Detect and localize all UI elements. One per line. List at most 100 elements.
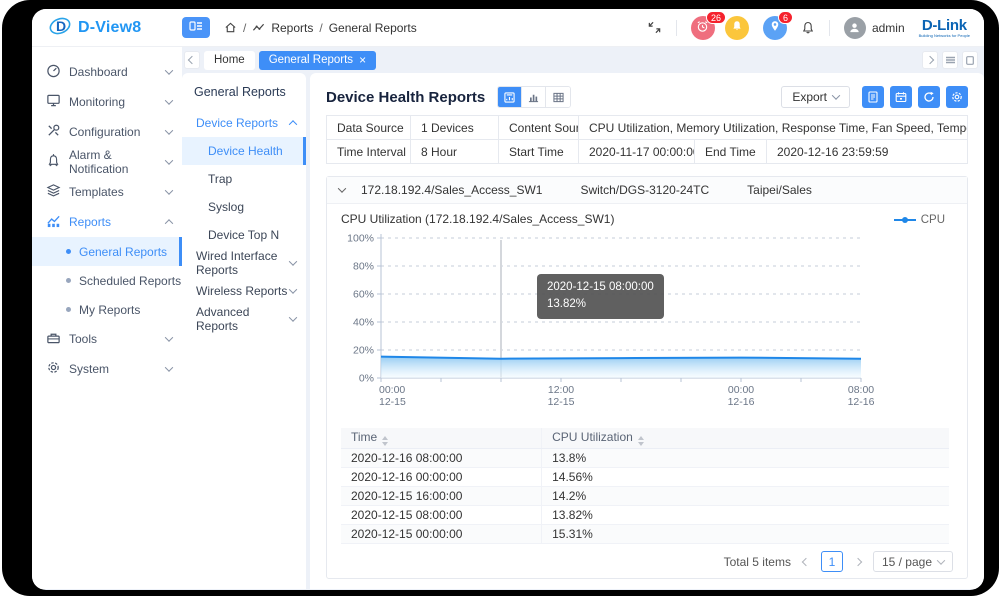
nav-item-device-health[interactable]: Device Health [182, 137, 306, 165]
nav-item-device-top-n[interactable]: Device Top N [182, 221, 306, 249]
table-icon [553, 92, 564, 103]
page-number-button[interactable]: 1 [821, 551, 843, 572]
sidebar-item-system[interactable]: System [32, 354, 182, 384]
view-table-button[interactable] [546, 87, 570, 107]
menu-lines-icon [946, 56, 955, 64]
svg-text:12:00: 12:00 [548, 384, 574, 396]
app-window: D D-View8 / Reports / General Reports [32, 9, 984, 590]
sidebar-item-scheduled-reports[interactable]: Scheduled Reports [32, 266, 182, 295]
sidebar-item-my-reports[interactable]: My Reports [32, 295, 182, 324]
legend-line-icon [894, 216, 916, 224]
alarm-notification-button[interactable]: 26 [691, 16, 715, 40]
nav-group-label: Wired Interface Reports [196, 249, 290, 277]
summary-value: 8 Hour [411, 140, 499, 164]
table-row[interactable]: 2020-12-15 00:00:0015.31% [341, 525, 949, 544]
page-size-select[interactable]: 15 / page [873, 551, 953, 572]
chevron-left-icon [188, 56, 196, 64]
location-count-badge: 6 [778, 11, 793, 24]
fullscreen-icon[interactable] [647, 20, 662, 35]
legend-label: CPU [921, 214, 945, 226]
device-panel-body: CPU Utilization (172.18.192.4/Sales_Acce… [327, 204, 967, 578]
settings-button[interactable] [946, 86, 968, 108]
device-panel: 172.18.192.4/Sales_Access_SW1 Switch/DGS… [326, 176, 968, 579]
page-size-label: 15 / page [882, 555, 932, 569]
tab-close-icon[interactable] [359, 54, 366, 67]
tab-scroll-right-button[interactable] [922, 51, 938, 69]
export-button[interactable]: Export [781, 86, 850, 108]
tab-home[interactable]: Home [204, 51, 255, 70]
summary-value: 2020-12-16 23:59:59 [767, 140, 968, 164]
window-icon [966, 56, 974, 65]
sidebar-item-templates[interactable]: Templates [32, 177, 182, 207]
nav-group-advanced-reports[interactable]: Advanced Reports [182, 305, 306, 333]
bullet-icon [66, 278, 71, 283]
sidebar-item-general-reports[interactable]: General Reports [32, 237, 182, 266]
nav-group-device-reports[interactable]: Device Reports [182, 109, 306, 137]
dlink-logo: D-Link Building Networks for People [919, 18, 970, 38]
sidebar-label: Alarm & Notification [69, 148, 158, 176]
table-row[interactable]: 2020-12-16 00:00:0014.56% [341, 468, 949, 487]
cell-cpu: 13.8% [542, 449, 949, 468]
cell-time: 2020-12-16 08:00:00 [341, 449, 542, 468]
table-row[interactable]: 2020-12-15 16:00:0014.2% [341, 487, 949, 506]
view-report-button[interactable] [498, 87, 522, 107]
sidebar-item-reports[interactable]: Reports [32, 207, 182, 237]
notification-bell-icon[interactable] [801, 21, 815, 35]
column-header-time[interactable]: Time [341, 428, 542, 449]
user-name: admin [872, 21, 905, 35]
breadcrumb-reports[interactable]: Reports [271, 21, 313, 35]
tab-window-button[interactable] [962, 51, 978, 69]
chart-plot-area[interactable]: 0%20%40%60%80%100%00:0012-1512:0012-1500… [341, 228, 953, 419]
nav-item-trap[interactable]: Trap [182, 165, 306, 193]
summary-label: End Time [695, 140, 767, 164]
table-row[interactable]: 2020-12-15 08:00:0013.82% [341, 506, 949, 525]
next-page-button[interactable] [853, 557, 863, 567]
chart-legend[interactable]: CPU [894, 214, 945, 226]
svg-text:20%: 20% [353, 345, 374, 357]
chevron-right-icon [926, 56, 934, 64]
nav-item-syslog[interactable]: Syslog [182, 193, 306, 221]
chevron-down-icon [165, 126, 173, 134]
sidebar-item-tools[interactable]: Tools [32, 324, 182, 354]
device-panel-header[interactable]: 172.18.192.4/Sales_Access_SW1 Switch/DGS… [327, 177, 967, 204]
svg-text:40%: 40% [353, 317, 374, 329]
sidebar-item-dashboard[interactable]: Dashboard [32, 57, 182, 87]
sidebar-item-configuration[interactable]: Configuration [32, 117, 182, 147]
chevron-down-icon [165, 66, 173, 74]
nav-group-wireless-reports[interactable]: Wireless Reports [182, 277, 306, 305]
sidebar-item-alarm-notification[interactable]: Alarm & Notification [32, 147, 182, 177]
column-header-cpu[interactable]: CPU Utilization [542, 428, 949, 449]
app-logo[interactable]: D D-View8 [32, 14, 182, 41]
file-icon [867, 91, 879, 103]
configuration-icon [46, 123, 61, 141]
schedule-button[interactable] [890, 86, 912, 108]
gear-icon [951, 91, 963, 103]
previous-page-button[interactable] [801, 557, 811, 567]
report-file-button[interactable] [862, 86, 884, 108]
user-menu[interactable]: admin [844, 17, 905, 39]
table-row[interactable]: 2020-12-16 08:00:0013.8% [341, 449, 949, 468]
tab-scroll-left-button[interactable] [184, 51, 200, 69]
sort-icon[interactable] [638, 436, 644, 446]
tab-list-button[interactable] [942, 51, 958, 69]
tab-general-reports[interactable]: General Reports [259, 51, 376, 70]
svg-text:08:00: 08:00 [848, 384, 874, 396]
svg-text:80%: 80% [353, 261, 374, 273]
header-actions: 26 6 admin [647, 16, 984, 40]
home-icon[interactable] [224, 21, 237, 34]
location-notification-button[interactable]: 6 [763, 16, 787, 40]
bullet-icon [66, 307, 71, 312]
breadcrumb-separator: / [243, 21, 246, 35]
title-row: Device Health Reports [326, 85, 968, 109]
event-notification-button[interactable] [725, 16, 749, 40]
refresh-button[interactable] [918, 86, 940, 108]
sidebar-collapse-button[interactable] [182, 17, 210, 38]
sidebar-label: Dashboard [69, 65, 128, 79]
tab-bar: Home General Reports [182, 47, 984, 73]
sidebar-item-monitoring[interactable]: Monitoring [32, 87, 182, 117]
sort-icon[interactable] [382, 436, 388, 446]
nav-group-wired-interface-reports[interactable]: Wired Interface Reports [182, 249, 306, 277]
templates-icon [46, 183, 61, 201]
view-chart-button[interactable] [522, 87, 546, 107]
svg-text:00:00: 00:00 [728, 384, 754, 396]
